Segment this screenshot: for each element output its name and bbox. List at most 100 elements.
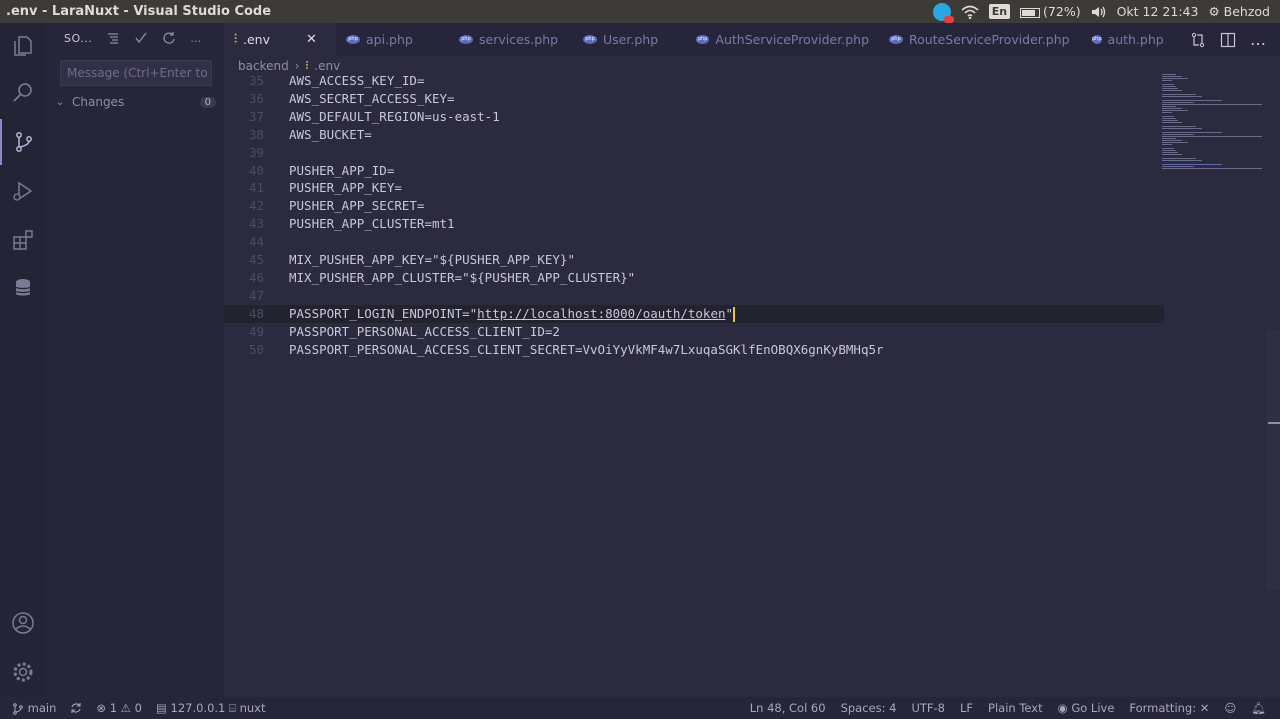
refresh-icon[interactable] xyxy=(162,31,176,45)
line-number: 39 xyxy=(248,144,264,160)
tab-label: services.php xyxy=(479,32,559,47)
code-line[interactable]: 43 PUSHER_APP_CLUSTER=mt1 xyxy=(224,215,1164,233)
tab-services-php[interactable]: php services.php xyxy=(449,23,573,56)
more-actions-icon[interactable]: … xyxy=(1250,30,1266,49)
run-debug-button[interactable] xyxy=(0,168,46,214)
code-line[interactable]: 36 AWS_SECRET_ACCESS_KEY= xyxy=(224,90,1164,108)
error-icon: ⊗ xyxy=(96,701,107,715)
text-cursor xyxy=(733,306,736,322)
code-line[interactable]: 41 PUSHER_APP_KEY= xyxy=(224,179,1164,197)
accounts-button[interactable] xyxy=(0,600,46,646)
code-line[interactable]: 49 PASSPORT_PERSONAL_ACCESS_CLIENT_ID=2 xyxy=(224,323,1164,341)
more-actions-icon[interactable]: … xyxy=(190,32,201,45)
search-button[interactable] xyxy=(0,70,46,116)
view-as-tree-icon[interactable] xyxy=(106,31,120,45)
server-icon: ▤ xyxy=(155,700,167,715)
wifi-icon[interactable] xyxy=(961,5,979,19)
changes-count-badge: 0 xyxy=(199,96,216,108)
formatting-status[interactable]: Formatting: ✕ xyxy=(1129,701,1209,715)
feedback-icon[interactable]: ☺ xyxy=(1224,701,1236,715)
sync-icon[interactable] xyxy=(70,702,82,714)
minimap[interactable] xyxy=(1162,74,1268,174)
code-line[interactable]: 38 AWS_BUCKET= xyxy=(224,126,1164,144)
code-line[interactable]: 37 AWS_DEFAULT_REGION=us-east-1 xyxy=(224,108,1164,126)
scroll-position-marker xyxy=(1268,422,1280,424)
url-link[interactable]: http://localhost:8000/oauth/token xyxy=(477,306,725,321)
editor-actions: … xyxy=(1190,23,1280,56)
line-number: 42 xyxy=(248,198,264,214)
language-mode[interactable]: Plain Text xyxy=(988,701,1043,715)
minimap-line xyxy=(1162,96,1202,97)
telegram-icon[interactable] xyxy=(932,2,954,23)
minimap-line xyxy=(1162,148,1174,149)
breadcrumb-file[interactable]: .env xyxy=(314,59,340,73)
volume-icon[interactable] xyxy=(1091,5,1107,19)
php-file-icon: php xyxy=(459,35,473,44)
code-editor[interactable]: 35 AWS_ACCESS_KEY_ID= 36 AWS_SECRET_ACCESS_… xyxy=(224,72,1264,697)
code-line[interactable]: 40 PUSHER_APP_ID= xyxy=(224,162,1164,180)
split-editor-icon[interactable] xyxy=(1220,32,1236,48)
line-number: 40 xyxy=(248,162,264,178)
code-line[interactable]: 39 xyxy=(224,144,1164,162)
minimap-line xyxy=(1162,94,1196,95)
battery-indicator[interactable]: (72%) xyxy=(1020,4,1081,19)
tab-routeserviceprovider-php[interactable]: php RouteServiceProvider.php xyxy=(879,23,1082,56)
line-number: 35 xyxy=(248,73,264,88)
line-content: PASSPORT_PERSONAL_ACCESS_CLIENT_SECRET=V… xyxy=(289,341,884,357)
breadcrumb-folder[interactable]: backend xyxy=(238,59,289,73)
indentation[interactable]: Spaces: 4 xyxy=(841,701,897,715)
line-text: AWS_DEFAULT_REGION=us-east-1 xyxy=(289,108,500,126)
minimap-line xyxy=(1162,104,1262,105)
code-line[interactable]: 50 PASSPORT_PERSONAL_ACCESS_CLIENT_SECRET… xyxy=(224,341,1164,359)
php-file-icon: php xyxy=(583,35,597,44)
minimap-line xyxy=(1162,116,1174,117)
branch-indicator[interactable]: main xyxy=(12,701,56,715)
tab-label: RouteServiceProvider.php xyxy=(909,32,1070,47)
warning-icon: ⚠ xyxy=(120,701,131,715)
end-of-line[interactable]: LF xyxy=(960,701,973,715)
tab-authserviceprovider-php[interactable]: php AuthServiceProvider.php xyxy=(686,23,879,56)
scrollbar[interactable] xyxy=(1266,330,1280,590)
manage-button[interactable] xyxy=(0,649,46,695)
extensions-button[interactable] xyxy=(0,217,46,263)
line-number: 38 xyxy=(248,126,264,142)
go-live-button[interactable]: ◉ Go Live xyxy=(1058,701,1115,715)
changes-group[interactable]: ⌄ Changes 0 xyxy=(56,93,216,111)
search-icon xyxy=(13,83,32,102)
source-control-button[interactable] xyxy=(0,119,46,165)
line-text: PUSHER_APP_KEY= xyxy=(289,179,402,197)
compare-changes-icon[interactable] xyxy=(1190,32,1206,48)
bell-icon[interactable]: 🔔︎ xyxy=(1251,701,1266,715)
tab-user-php[interactable]: php User.php xyxy=(573,23,686,56)
user-menu[interactable]: ⚙ Behzod xyxy=(1208,4,1270,19)
code-line[interactable]: 44 xyxy=(224,233,1164,251)
php-file-icon: php xyxy=(696,35,710,44)
tab-api-php[interactable]: php api.php xyxy=(336,23,449,56)
code-line[interactable]: 35 AWS_ACCESS_KEY_ID= xyxy=(224,72,1164,90)
explorer-button[interactable] xyxy=(0,23,46,69)
line-number: 44 xyxy=(248,234,264,250)
db-connection[interactable]: ▤ 127.0.0.1 ⌸ nuxt xyxy=(156,701,266,716)
close-icon[interactable]: ✕ xyxy=(306,32,317,47)
tab-label: User.php xyxy=(603,32,659,47)
code-line[interactable]: 48 PASSPORT_LOGIN_ENDPOINT="http://localh… xyxy=(224,304,1164,323)
status-bar: main ⊗ 1 ⚠ 0 ▤ 127.0.0.1 ⌸ nuxt Ln 48, C… xyxy=(0,697,1280,719)
tab-auth-php[interactable]: php auth.php xyxy=(1082,23,1168,56)
commit-check-icon[interactable] xyxy=(134,31,148,45)
database-button[interactable] xyxy=(0,265,46,311)
cursor-position[interactable]: Ln 48, Col 60 xyxy=(750,701,826,715)
line-text: PUSHER_APP_CLUSTER=mt1 xyxy=(289,215,455,233)
line-text: AWS_BUCKET= xyxy=(289,126,372,144)
keyboard-layout[interactable]: En xyxy=(988,4,1011,19)
minimap-line xyxy=(1162,154,1182,155)
code-line[interactable]: 47 xyxy=(224,287,1164,305)
line-text: PASSPORT_PERSONAL_ACCESS_CLIENT_SECRET=V… xyxy=(289,341,884,359)
tab-env[interactable]: ⫶ .env ✕ xyxy=(224,23,336,56)
commit-message-input[interactable]: Message (Ctrl+Enter to ... xyxy=(60,60,212,86)
problems-indicator[interactable]: ⊗ 1 ⚠ 0 xyxy=(96,701,142,715)
encoding[interactable]: UTF-8 xyxy=(911,701,945,715)
code-line[interactable]: 42 PUSHER_APP_SECRET= xyxy=(224,197,1164,215)
code-line[interactable]: 45 MIX_PUSHER_APP_KEY="${PUSHER_APP_KEY}" xyxy=(224,251,1164,269)
code-line[interactable]: 46 MIX_PUSHER_APP_CLUSTER="${PUSHER_APP_C… xyxy=(224,269,1164,287)
clock[interactable]: Okt 12 21:43 xyxy=(1117,4,1199,19)
